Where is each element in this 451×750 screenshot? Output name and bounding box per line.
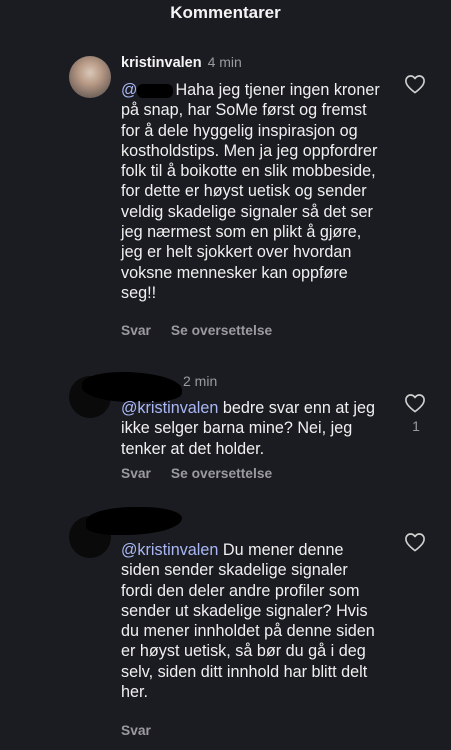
- mention-link[interactable]: @: [121, 81, 137, 99]
- reply-button[interactable]: Svar: [121, 323, 151, 338]
- comment-actions: Svar: [121, 723, 151, 738]
- timestamp: 2 min: [183, 373, 218, 389]
- comment-actions: Svar Se oversettelse: [121, 323, 272, 338]
- redacted-mention: [137, 83, 174, 98]
- avatar[interactable]: [69, 56, 111, 98]
- reply-button[interactable]: Svar: [121, 466, 151, 481]
- like-count: 1: [412, 418, 420, 434]
- comment-body-text: Du mener denne siden sender skadelige si…: [121, 541, 375, 702]
- mention-link[interactable]: @kristinvalen: [121, 399, 218, 417]
- comment-meta: 2 min: [183, 373, 217, 389]
- username[interactable]: kristinvalen: [121, 55, 202, 71]
- comment-text: @kristinvalen Du mener denne siden sende…: [121, 540, 383, 702]
- heart-outline-icon[interactable]: [404, 532, 426, 552]
- comment-meta: kristinvalen 4 min: [121, 54, 242, 71]
- comment-actions: Svar Se oversettelse: [121, 466, 272, 481]
- mention-link[interactable]: @kristinvalen: [121, 541, 218, 559]
- comment-body-text: Haha jeg tjener ingen kroner på snap, ha…: [121, 81, 380, 302]
- heart-outline-icon[interactable]: [404, 74, 426, 94]
- comment-text: @ Haha jeg tjener ingen kroner på snap, h…: [121, 80, 383, 303]
- reply-button[interactable]: Svar: [121, 723, 151, 738]
- timestamp: 4 min: [207, 54, 242, 70]
- redacted-username: [86, 507, 182, 535]
- page-title: Kommentarer: [170, 3, 281, 22]
- see-translation-button[interactable]: Se oversettelse: [171, 323, 272, 338]
- comments-header: Kommentarer: [0, 0, 451, 26]
- heart-outline-icon[interactable]: [404, 393, 426, 413]
- see-translation-button[interactable]: Se oversettelse: [171, 466, 272, 481]
- comment-text: @kristinvalen bedre svar enn at jeg ikke…: [121, 398, 383, 459]
